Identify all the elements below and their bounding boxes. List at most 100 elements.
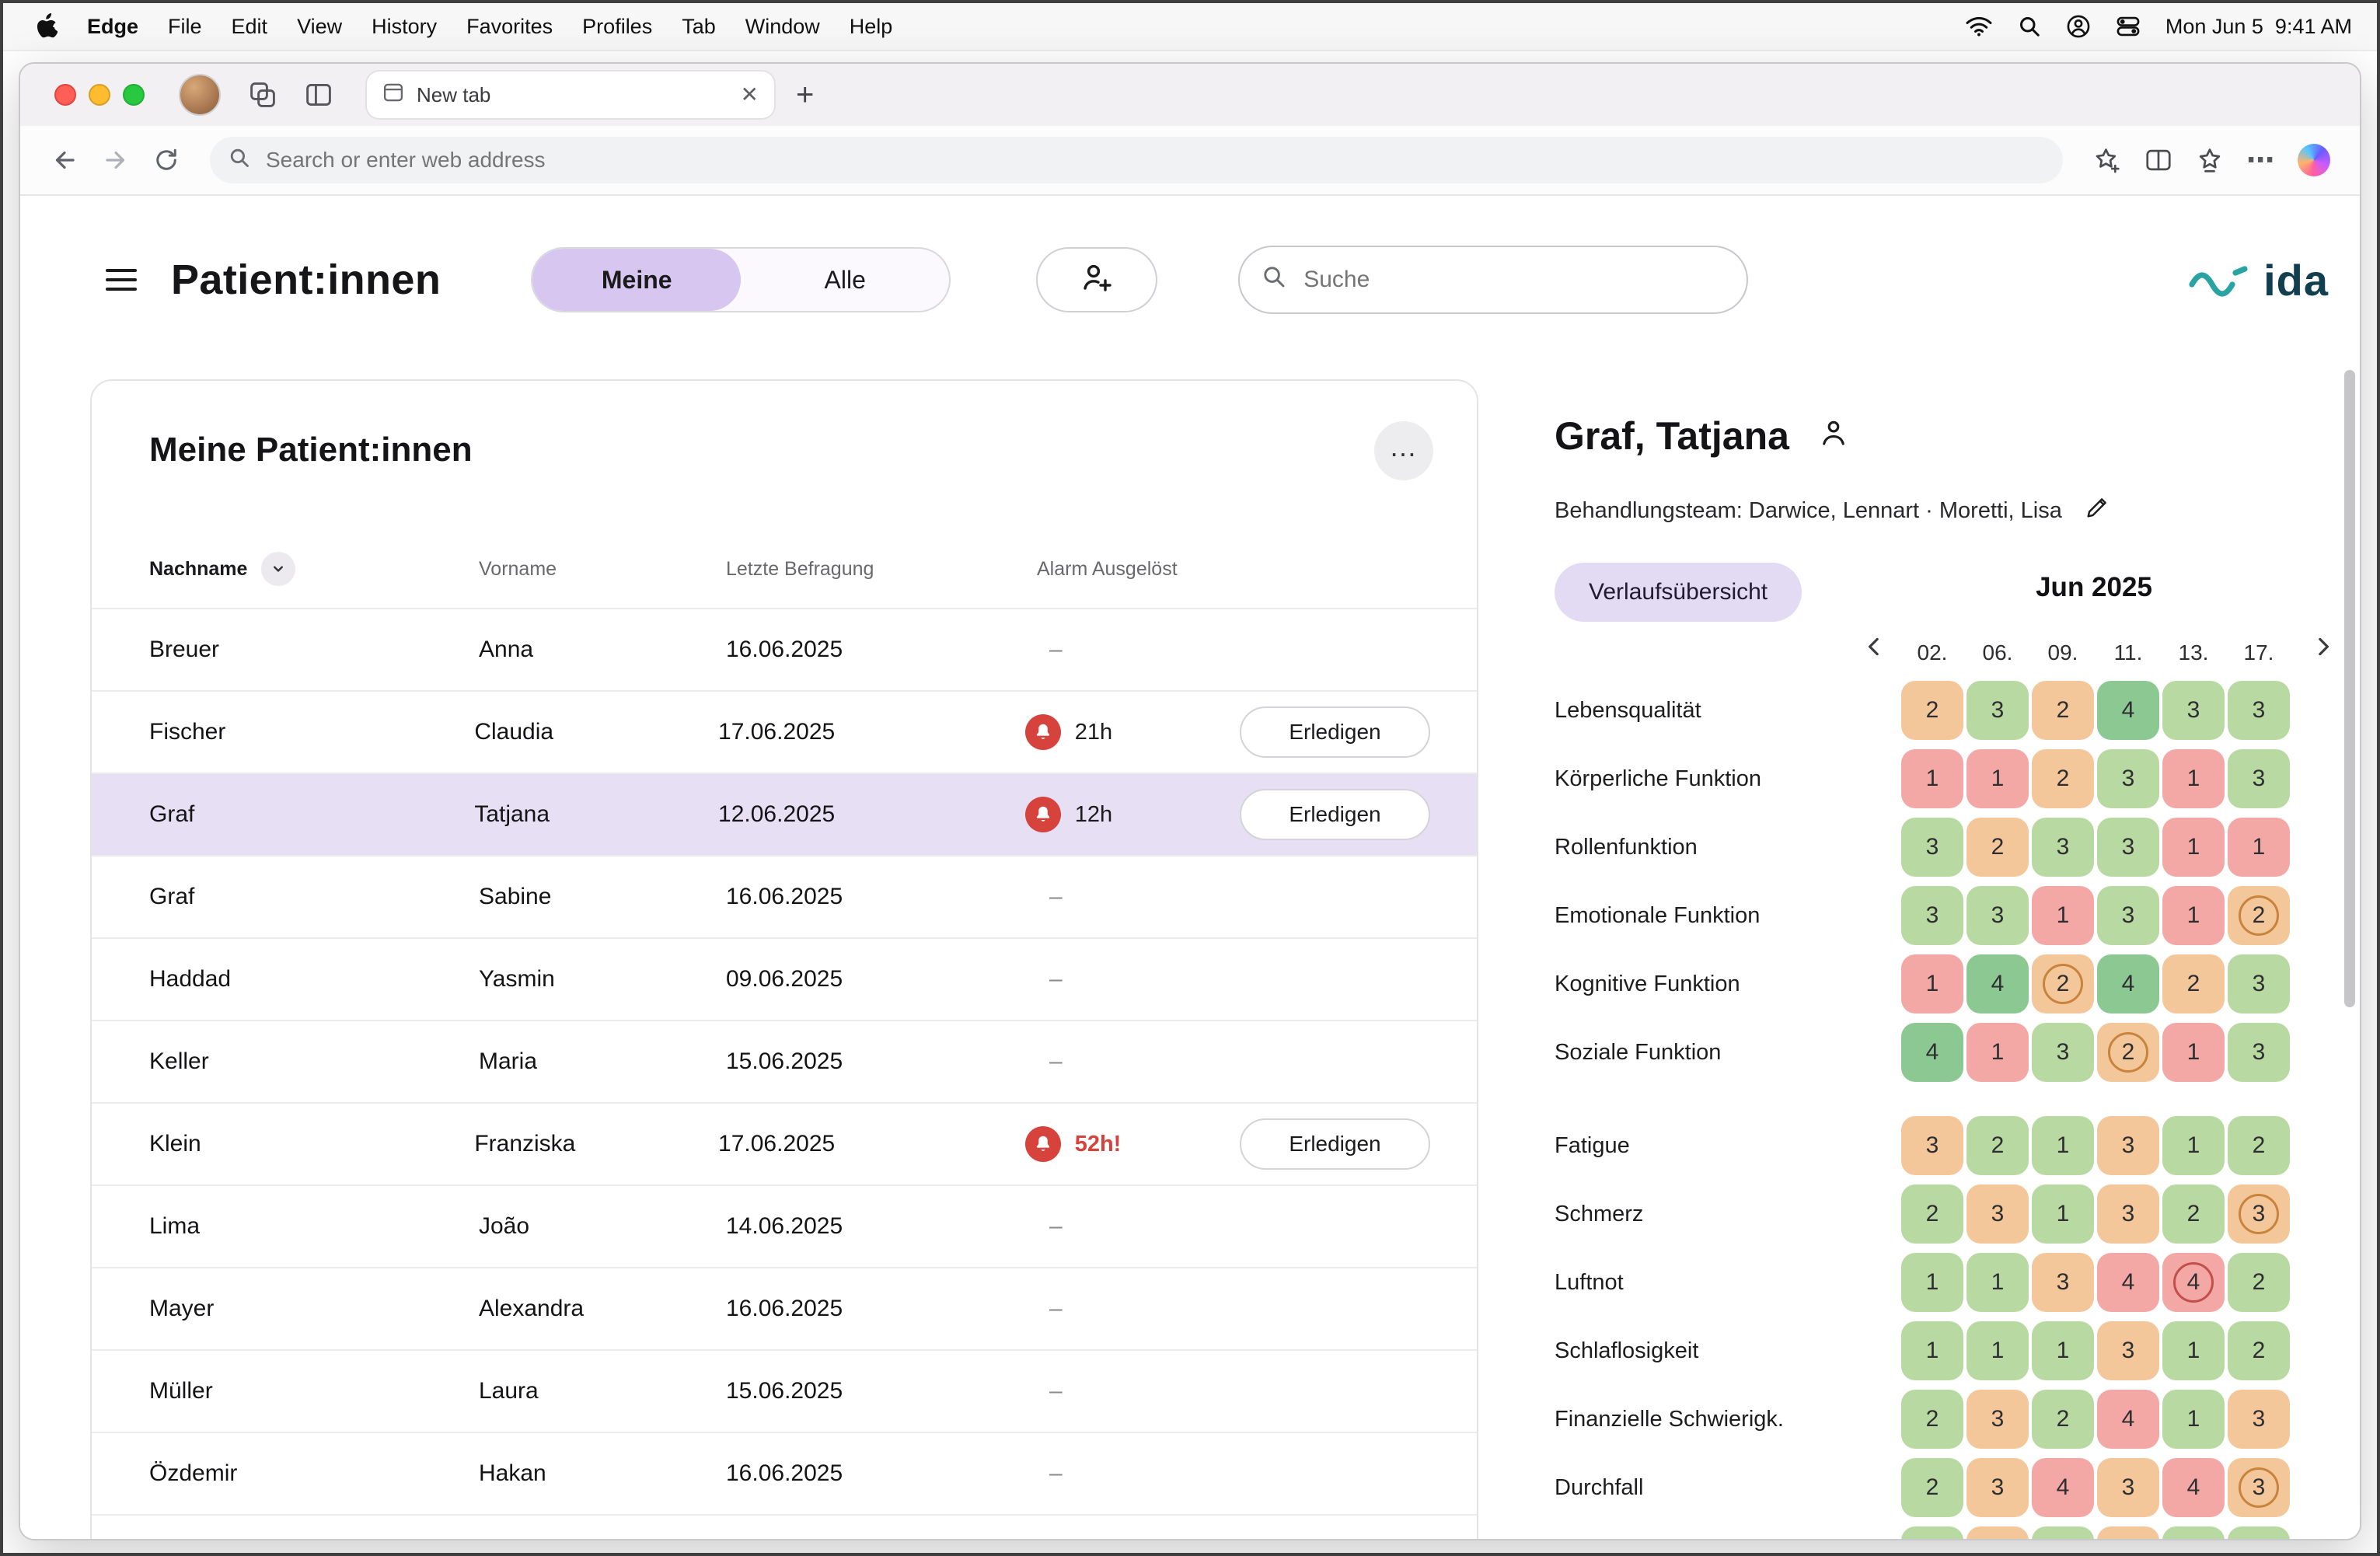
hamburger-menu-icon[interactable] — [106, 269, 137, 291]
user-switch-icon[interactable] — [2066, 14, 2091, 39]
score-cell[interactable]: 3 — [1966, 1526, 2029, 1539]
score-cell[interactable]: 1 — [2032, 1184, 2094, 1244]
score-cell[interactable]: 1 — [2162, 886, 2225, 945]
column-letzte-befragung[interactable]: Letzte Befragung — [726, 558, 1037, 581]
score-cell[interactable]: 2 — [2162, 954, 2225, 1013]
score-cell[interactable]: 4 — [1901, 1023, 1963, 1082]
score-cell[interactable]: 1 — [1966, 1023, 2029, 1082]
score-cell[interactable]: 1 — [2162, 1116, 2225, 1175]
score-cell[interactable]: 3 — [1966, 1458, 2029, 1517]
score-cell[interactable]: 3 — [2228, 1458, 2290, 1517]
score-cell[interactable]: 1 — [1901, 1321, 1963, 1380]
column-alarm[interactable]: Alarm Ausgelöst — [1037, 558, 1286, 581]
table-row[interactable]: GrafTatjana12.06.202512hErledigen — [92, 773, 1477, 855]
search-input[interactable] — [1300, 265, 1725, 295]
score-cell[interactable]: 2 — [1901, 681, 1963, 740]
apple-logo-icon[interactable] — [34, 13, 58, 40]
score-cell[interactable]: 3 — [2032, 818, 2094, 877]
verlaufsuebersicht-button[interactable]: Verlaufsübersicht — [1555, 563, 1802, 622]
score-cell[interactable]: 4 — [2097, 681, 2159, 740]
workspaces-icon[interactable] — [249, 81, 277, 109]
tab-close-icon[interactable]: ✕ — [741, 84, 759, 106]
score-cell[interactable]: 2 — [1966, 1116, 2029, 1175]
column-vorname[interactable]: Vorname — [479, 558, 726, 581]
window-close-button[interactable] — [54, 84, 76, 106]
score-cell[interactable]: 3 — [2228, 681, 2290, 740]
score-cell[interactable]: 3 — [2097, 749, 2159, 808]
score-cell[interactable]: 3 — [2228, 1023, 2290, 1082]
score-cell[interactable]: 3 — [2162, 681, 2225, 740]
score-cell[interactable]: 3 — [2097, 1458, 2159, 1517]
table-row[interactable]: MüllerLaura15.06.2025– — [92, 1349, 1477, 1432]
score-cell[interactable]: 3 — [2228, 954, 2290, 1013]
score-cell[interactable]: 4 — [2097, 1253, 2159, 1312]
erledigen-button[interactable]: Erledigen — [1240, 1118, 1430, 1170]
address-input[interactable] — [263, 146, 2044, 174]
profile-avatar[interactable] — [179, 74, 221, 116]
score-cell[interactable]: 3 — [2228, 1184, 2290, 1244]
score-cell[interactable]: 1 — [2162, 1390, 2225, 1449]
score-cell[interactable]: 3 — [2032, 1023, 2094, 1082]
score-cell[interactable]: 1 — [2162, 1321, 2225, 1380]
table-row[interactable]: HaddadYasmin09.06.2025– — [92, 937, 1477, 1020]
menu-view[interactable]: View — [297, 15, 342, 39]
address-bar[interactable] — [210, 137, 2063, 183]
score-cell[interactable]: 4 — [2097, 1390, 2159, 1449]
back-icon[interactable] — [50, 145, 79, 175]
refresh-icon[interactable] — [152, 146, 180, 174]
menu-favorites[interactable]: Favorites — [466, 15, 553, 39]
score-cell[interactable]: 1 — [2032, 886, 2094, 945]
table-row[interactable]: MayerAlexandra16.06.2025– — [92, 1267, 1477, 1349]
score-cell[interactable]: 1 — [2032, 1321, 2094, 1380]
menu-tab[interactable]: Tab — [682, 15, 716, 39]
score-cell[interactable]: 3 — [1901, 818, 1963, 877]
vertical-tabs-icon[interactable] — [305, 81, 333, 109]
score-cell[interactable]: 1 — [2162, 818, 2225, 877]
table-row[interactable]: KellerMaria15.06.2025– — [92, 1020, 1477, 1102]
score-cell[interactable]: 2 — [2228, 1253, 2290, 1312]
menu-history[interactable]: History — [372, 15, 437, 39]
browser-tab[interactable]: New tab ✕ — [367, 72, 774, 118]
wifi-icon[interactable] — [1965, 16, 1993, 37]
score-cell[interactable]: 3 — [2097, 1321, 2159, 1380]
patient-search[interactable] — [1238, 246, 1748, 314]
score-cell[interactable]: 3 — [2228, 749, 2290, 808]
score-cell[interactable]: 2 — [2228, 1321, 2290, 1380]
add-favorite-icon[interactable] — [2092, 145, 2122, 175]
favorites-hub-icon[interactable] — [2195, 145, 2225, 175]
score-cell[interactable]: 3 — [1966, 886, 2029, 945]
score-cell[interactable]: 1 — [2228, 818, 2290, 877]
sort-chevron-icon[interactable] — [261, 552, 295, 586]
split-screen-icon[interactable] — [2144, 145, 2173, 175]
score-cell[interactable]: 3 — [1966, 1184, 2029, 1244]
add-patient-button[interactable] — [1036, 247, 1157, 312]
score-cell[interactable]: 2 — [2162, 1184, 2225, 1244]
score-cell[interactable]: 1 — [1966, 1321, 2029, 1380]
score-cell[interactable]: 2 — [1901, 1458, 1963, 1517]
score-cell[interactable]: 3 — [1966, 1390, 2029, 1449]
score-cell[interactable]: 2 — [2228, 1116, 2290, 1175]
score-cell[interactable]: 2 — [1901, 1390, 1963, 1449]
page-scrollbar[interactable] — [2344, 370, 2355, 1007]
score-cell[interactable]: 4 — [2097, 954, 2159, 1013]
score-cell[interactable]: 2 — [1966, 818, 2029, 877]
new-tab-button[interactable]: + — [796, 79, 814, 110]
score-cell[interactable]: 1 — [1966, 749, 2029, 808]
menu-file[interactable]: File — [168, 15, 202, 39]
segment-meine[interactable]: Meine — [532, 249, 741, 311]
score-cell[interactable]: 1 — [1901, 749, 1963, 808]
score-cell[interactable]: 1 — [2228, 1526, 2290, 1539]
score-cell[interactable]: 4 — [2032, 1458, 2094, 1517]
score-cell[interactable]: 3 — [2097, 1526, 2159, 1539]
edit-team-icon[interactable] — [2084, 494, 2110, 527]
spotlight-search-icon[interactable] — [2018, 15, 2041, 38]
score-cell[interactable]: 3 — [2097, 818, 2159, 877]
score-cell[interactable]: 2 — [2228, 886, 2290, 945]
score-cell[interactable]: 2 — [2032, 681, 2094, 740]
score-cell[interactable]: 4 — [2162, 1458, 2225, 1517]
segment-alle[interactable]: Alle — [741, 249, 949, 311]
score-cell[interactable]: 1 — [2032, 1526, 2094, 1539]
chevron-right-icon[interactable] — [2310, 634, 2335, 659]
score-cell[interactable]: 2 — [2097, 1023, 2159, 1082]
menu-edge[interactable]: Edge — [87, 15, 138, 39]
